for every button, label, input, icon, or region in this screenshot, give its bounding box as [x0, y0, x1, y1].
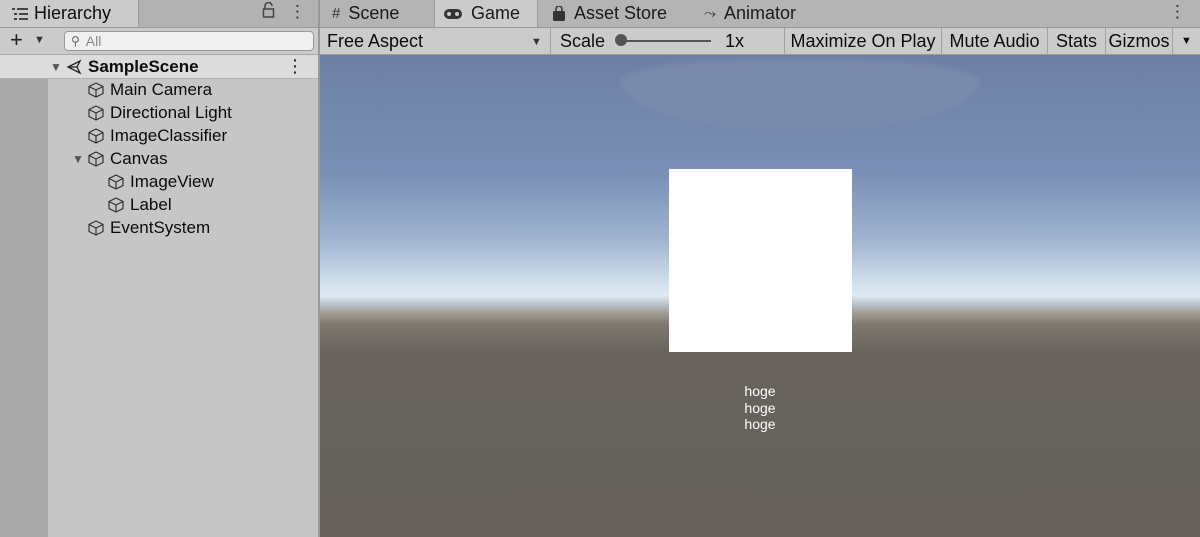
label-line: hoge — [744, 383, 776, 399]
tab-scene-label: Scene — [348, 3, 400, 23]
hierarchy-item-label: EventSystem — [110, 217, 211, 237]
tab-animator-label: Animator — [724, 3, 797, 23]
sky-cloud — [620, 60, 980, 130]
hierarchy-item-label: Canvas — [110, 148, 168, 168]
hierarchy-gutter — [0, 55, 48, 537]
scale-control: Scale 1x — [551, 28, 785, 54]
hierarchy-panel: Hierarchy ⋮ + ▼ ⚲ All ▼ SampleScene ⋮ Ma… — [0, 0, 320, 537]
scale-value: 1x — [725, 30, 745, 51]
hierarchy-item-label: Directional Light — [110, 102, 232, 122]
gameobject-cube-icon — [88, 219, 104, 236]
hierarchy-item[interactable]: ▼ Canvas — [72, 147, 168, 170]
grid-icon: # — [332, 5, 341, 22]
unity-scene-icon — [66, 59, 82, 74]
gameobject-cube-icon — [108, 173, 124, 190]
expand-arrow-icon[interactable]: ▼ — [72, 152, 88, 166]
scene-row[interactable]: ▼ SampleScene ⋮ — [0, 55, 318, 79]
lock-icon[interactable] — [262, 2, 275, 18]
label-line: hoge — [744, 416, 776, 432]
hierarchy-item[interactable]: EventSystem — [72, 216, 210, 239]
hierarchy-toolbar: + ▼ ⚲ All — [0, 28, 318, 55]
gameobject-cube-icon — [88, 81, 104, 98]
hierarchy-item[interactable]: ImageClassifier — [72, 124, 227, 147]
bag-icon — [553, 5, 565, 21]
hierarchy-item-label: Label — [130, 194, 172, 214]
scene-name: SampleScene — [88, 56, 199, 76]
hierarchy-item[interactable]: Label — [92, 193, 172, 216]
list-icon — [12, 7, 28, 20]
scale-label: Scale — [560, 30, 606, 51]
aspect-value: Free Aspect — [327, 30, 424, 51]
tab-asset-store[interactable]: Asset Store — [552, 0, 692, 27]
scale-slider-thumb[interactable] — [615, 34, 627, 46]
hierarchy-item-label: ImageView — [130, 171, 214, 191]
scale-slider-track[interactable] — [621, 40, 711, 42]
hierarchy-item-label: Main Camera — [110, 79, 213, 99]
stats-toggle[interactable]: Stats — [1048, 28, 1106, 54]
game-toolbar: Free Aspect ▼ Scale 1x Maximize On Play … — [320, 28, 1200, 55]
gizmos-toggle[interactable]: Gizmos — [1106, 28, 1173, 54]
game-view[interactable]: hoge hoge hoge — [320, 55, 1200, 537]
mute-audio-label: Mute Audio — [949, 30, 1040, 51]
gamepad-icon — [444, 8, 462, 19]
main-tabbar: # Scene Game Asset Store ⤳ Animator ⋮ — [320, 0, 1200, 28]
label-line: hoge — [744, 399, 776, 416]
hierarchy-tabbar: Hierarchy ⋮ — [0, 0, 318, 28]
chevron-down-icon: ▼ — [531, 36, 542, 48]
animator-icon: ⤳ — [704, 5, 717, 22]
gameobject-cube-icon — [88, 127, 104, 144]
hierarchy-item-label: ImageClassifier — [110, 125, 228, 145]
gizmos-label: Gizmos — [1108, 30, 1170, 51]
mute-audio-toggle[interactable]: Mute Audio — [942, 28, 1048, 54]
gameobject-cube-icon — [88, 150, 104, 167]
gizmos-dropdown[interactable]: ▼ — [1173, 28, 1200, 54]
create-button[interactable]: + — [10, 29, 23, 51]
expand-arrow-icon[interactable]: ▼ — [50, 60, 66, 74]
aspect-dropdown[interactable]: Free Aspect ▼ — [320, 28, 551, 54]
gameobject-cube-icon — [88, 104, 104, 121]
search-placeholder: All — [85, 33, 102, 49]
image-view — [669, 169, 852, 352]
maximize-on-play-label: Maximize On Play — [790, 30, 936, 51]
stats-label: Stats — [1055, 30, 1098, 51]
hierarchy-tab-label: Hierarchy — [34, 3, 112, 23]
kebab-menu-icon[interactable]: ⋮ — [1169, 2, 1186, 22]
tab-asset-store-label: Asset Store — [574, 3, 668, 23]
label-text: hoge hoge hoge — [700, 383, 820, 433]
maximize-on-play-toggle[interactable]: Maximize On Play — [785, 28, 942, 54]
chevron-down-icon: ▼ — [1181, 35, 1192, 47]
tab-animator[interactable]: ⤳ Animator — [704, 0, 824, 27]
tab-scene[interactable]: # Scene — [332, 0, 442, 27]
kebab-menu-icon[interactable]: ⋮ — [289, 2, 306, 22]
search-icon: ⚲ — [71, 34, 80, 48]
hierarchy-search-input[interactable]: ⚲ All — [64, 31, 314, 51]
scene-kebab-menu-icon[interactable]: ⋮ — [286, 56, 304, 77]
create-dropdown-caret-icon[interactable]: ▼ — [34, 34, 45, 46]
gameobject-cube-icon — [108, 196, 124, 213]
hierarchy-item[interactable]: Main Camera — [72, 78, 212, 101]
tab-game[interactable]: Game — [434, 0, 538, 27]
tab-game-label: Game — [471, 3, 521, 23]
hierarchy-item[interactable]: ImageView — [92, 170, 214, 193]
hierarchy-tab[interactable]: Hierarchy — [0, 0, 139, 27]
hierarchy-item[interactable]: Directional Light — [72, 101, 232, 124]
